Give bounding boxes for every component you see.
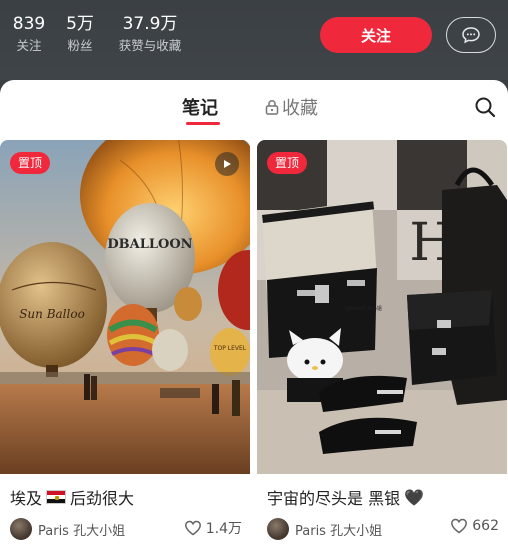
notes-panel: 笔记 收藏 DBALLOON Sun Balloo TOP LEVEL 置顶 埃… bbox=[0, 80, 508, 547]
svg-text:Sun Balloo: Sun Balloo bbox=[19, 307, 85, 321]
author-row: Paris 孔大小姐 662 bbox=[267, 517, 499, 541]
note-title[interactable]: 宇宙的尽头是 黑银 🖤 bbox=[267, 485, 424, 509]
svg-text:DBALLOON: DBALLOON bbox=[107, 237, 192, 252]
likes-count: 37.9万 bbox=[122, 14, 178, 34]
likes-stat[interactable]: 37.9万 获赞与收藏 bbox=[114, 14, 186, 54]
search-icon[interactable] bbox=[474, 96, 496, 118]
black-heart-emoji: 🖤 bbox=[404, 487, 425, 507]
following-count: 839 bbox=[12, 14, 46, 34]
balloons-photo: DBALLOON Sun Balloo TOP LEVEL bbox=[0, 140, 250, 474]
note-card[interactable]: H @Paris孔大小姐 置顶 宇宙的尽头是 黑银 🖤 Paris 孔大小姐 6… bbox=[257, 140, 507, 547]
likes-label: 获赞与收藏 bbox=[118, 38, 182, 53]
egypt-flag-icon bbox=[46, 490, 67, 504]
fans-label: 粉丝 bbox=[67, 38, 93, 53]
like-button[interactable]: 1.4万 bbox=[184, 518, 242, 538]
like-count: 1.4万 bbox=[205, 521, 242, 537]
note-cover-image[interactable]: DBALLOON Sun Balloo TOP LEVEL 置顶 bbox=[0, 140, 250, 474]
fans-stat[interactable]: 5万 粉丝 bbox=[62, 14, 98, 54]
like-button[interactable]: 662 bbox=[450, 518, 499, 534]
following-label: 关注 bbox=[16, 38, 42, 53]
note-title-text: 宇宙的尽头是 黑银 bbox=[267, 489, 401, 508]
profile-tabs: 笔记 收藏 bbox=[0, 80, 508, 134]
author-name[interactable]: Paris 孔大小姐 bbox=[38, 520, 125, 539]
tab-saved-label: 收藏 bbox=[282, 98, 318, 119]
avatar[interactable] bbox=[10, 518, 32, 540]
chat-bubble-icon bbox=[462, 27, 480, 44]
author-row: Paris 孔大小姐 1.4万 bbox=[10, 517, 242, 541]
bags-photo: H @Paris孔大小姐 bbox=[257, 140, 507, 474]
avatar[interactable] bbox=[267, 518, 289, 540]
heart-icon bbox=[451, 518, 468, 534]
fans-count: 5万 bbox=[66, 14, 94, 34]
note-card[interactable]: DBALLOON Sun Balloo TOP LEVEL 置顶 埃及 后劲很大… bbox=[0, 140, 250, 547]
following-stat[interactable]: 839 关注 bbox=[10, 14, 48, 54]
tab-saved[interactable]: 收藏 bbox=[265, 94, 318, 120]
heart-icon bbox=[184, 520, 201, 536]
note-title-suffix: 后劲很大 bbox=[70, 489, 135, 508]
note-title-prefix: 埃及 bbox=[10, 489, 43, 508]
like-count: 662 bbox=[472, 518, 499, 534]
active-tab-indicator bbox=[186, 122, 220, 125]
pinned-badge: 置顶 bbox=[267, 152, 308, 174]
author-name[interactable]: Paris 孔大小姐 bbox=[295, 520, 382, 539]
svg-text:TOP LEVEL: TOP LEVEL bbox=[213, 345, 247, 352]
profile-header: 839 关注 5万 粉丝 37.9万 获赞与收藏 关注 bbox=[0, 0, 508, 80]
tab-notes[interactable]: 笔记 bbox=[182, 94, 218, 120]
message-button[interactable] bbox=[446, 17, 496, 53]
svg-text:@Paris孔大小姐: @Paris孔大小姐 bbox=[345, 305, 382, 312]
lock-icon bbox=[265, 100, 279, 115]
video-play-icon bbox=[215, 152, 239, 176]
pinned-badge: 置顶 bbox=[10, 152, 51, 174]
follow-button[interactable]: 关注 bbox=[320, 17, 432, 53]
note-cover-image[interactable]: H @Paris孔大小姐 置顶 bbox=[257, 140, 507, 474]
note-title[interactable]: 埃及 后劲很大 bbox=[10, 485, 134, 509]
